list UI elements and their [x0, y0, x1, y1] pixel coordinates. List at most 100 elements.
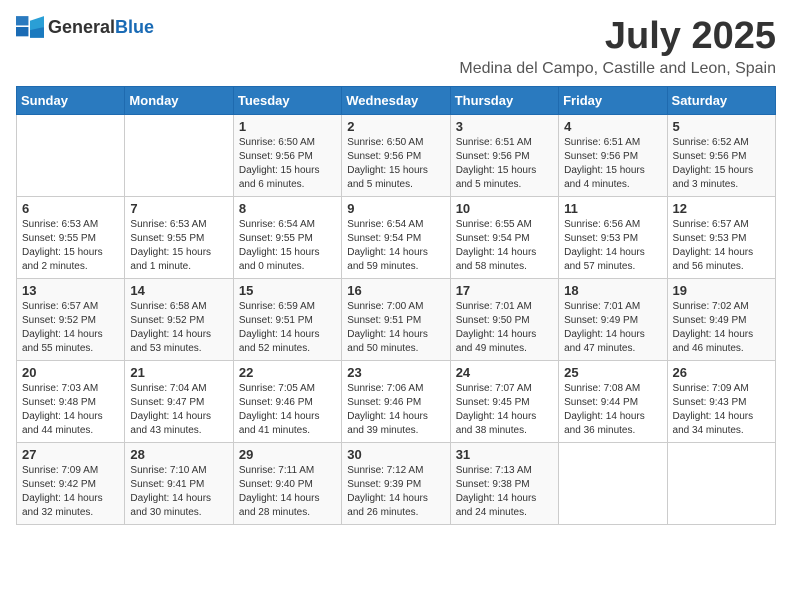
day-number: 30 [347, 447, 444, 462]
cell-info: Sunrise: 7:10 AMSunset: 9:41 PMDaylight:… [130, 464, 227, 520]
day-number: 23 [347, 365, 444, 380]
calendar-cell: 30 Sunrise: 7:12 AMSunset: 9:39 PMDayligh… [342, 442, 450, 524]
cell-info: Sunrise: 7:06 AMSunset: 9:46 PMDaylight:… [347, 382, 444, 438]
calendar-cell: 20 Sunrise: 7:03 AMSunset: 9:48 PMDayligh… [17, 360, 125, 442]
calendar-body: 1 Sunrise: 6:50 AMSunset: 9:56 PMDaylight… [17, 114, 776, 524]
calendar-cell: 24Sunrise: 7:07 AMSunset: 9:45 PMDayligh… [450, 360, 558, 442]
day-number: 17 [456, 283, 553, 298]
calendar-cell: 4 Sunrise: 6:51 AMSunset: 9:56 PMDaylight… [559, 114, 667, 196]
page-header: GeneralBlue July 2025 Medina del Campo, … [16, 16, 776, 78]
calendar-cell [125, 114, 233, 196]
cell-info: Sunrise: 6:52 AMSunset: 9:56 PMDaylight:… [673, 136, 770, 192]
calendar-cell: 27 Sunrise: 7:09 AMSunset: 9:42 PMDayligh… [17, 442, 125, 524]
day-number: 20 [22, 365, 119, 380]
cell-info: Sunrise: 7:00 AMSunset: 9:51 PMDaylight:… [347, 300, 444, 356]
day-number: 12 [673, 201, 770, 216]
day-number: 7 [130, 201, 227, 216]
calendar-table: SundayMondayTuesdayWednesdayThursdayFrid… [16, 86, 776, 525]
calendar-cell: 5Sunrise: 6:52 AMSunset: 9:56 PMDaylight… [667, 114, 775, 196]
weekday-header: Monday [125, 86, 233, 114]
cell-info: Sunrise: 6:51 AMSunset: 9:56 PMDaylight:… [456, 136, 553, 192]
calendar-header: SundayMondayTuesdayWednesdayThursdayFrid… [17, 86, 776, 114]
logo-text: GeneralBlue [48, 17, 154, 38]
cell-info: Sunrise: 6:53 AMSunset: 9:55 PMDaylight:… [130, 218, 227, 274]
day-number: 10 [456, 201, 553, 216]
cell-info: Sunrise: 7:04 AMSunset: 9:47 PMDaylight:… [130, 382, 227, 438]
cell-info: Sunrise: 6:54 AMSunset: 9:54 PMDaylight:… [347, 218, 444, 274]
calendar-week-row: 27 Sunrise: 7:09 AMSunset: 9:42 PMDayligh… [17, 442, 776, 524]
calendar-cell [667, 442, 775, 524]
day-number: 6 [22, 201, 119, 216]
day-number: 27 [22, 447, 119, 462]
logo-blue: Blue [115, 17, 154, 37]
day-number: 2 [347, 119, 444, 134]
calendar-cell: 16 Sunrise: 7:00 AMSunset: 9:51 PMDayligh… [342, 278, 450, 360]
logo-general: General [48, 17, 115, 37]
cell-info: Sunrise: 7:05 AMSunset: 9:46 PMDaylight:… [239, 382, 336, 438]
cell-info: Sunrise: 6:57 AMSunset: 9:52 PMDaylight:… [22, 300, 119, 356]
day-number: 15 [239, 283, 336, 298]
cell-info: Sunrise: 6:53 AMSunset: 9:55 PMDaylight:… [22, 218, 119, 274]
day-number: 16 [347, 283, 444, 298]
day-number: 22 [239, 365, 336, 380]
weekday-header: Wednesday [342, 86, 450, 114]
day-number: 4 [564, 119, 661, 134]
day-number: 8 [239, 201, 336, 216]
title-area: July 2025 Medina del Campo, Castille and… [459, 16, 776, 78]
weekday-header: Tuesday [233, 86, 341, 114]
day-number: 25 [564, 365, 661, 380]
day-number: 31 [456, 447, 553, 462]
day-number: 19 [673, 283, 770, 298]
cell-info: Sunrise: 7:11 AMSunset: 9:40 PMDaylight:… [239, 464, 336, 520]
logo-icon [16, 16, 44, 38]
calendar-cell: 31Sunrise: 7:13 AMSunset: 9:38 PMDayligh… [450, 442, 558, 524]
cell-info: Sunrise: 7:09 AMSunset: 9:42 PMDaylight:… [22, 464, 119, 520]
calendar-cell: 1 Sunrise: 6:50 AMSunset: 9:56 PMDaylight… [233, 114, 341, 196]
day-number: 1 [239, 119, 336, 134]
cell-info: Sunrise: 7:07 AMSunset: 9:45 PMDaylight:… [456, 382, 553, 438]
calendar-cell: 13 Sunrise: 6:57 AMSunset: 9:52 PMDayligh… [17, 278, 125, 360]
cell-info: Sunrise: 6:55 AMSunset: 9:54 PMDaylight:… [456, 218, 553, 274]
cell-info: Sunrise: 7:12 AMSunset: 9:39 PMDaylight:… [347, 464, 444, 520]
calendar-cell: 28Sunrise: 7:10 AMSunset: 9:41 PMDayligh… [125, 442, 233, 524]
calendar-cell: 11 Sunrise: 6:56 AMSunset: 9:53 PMDayligh… [559, 196, 667, 278]
weekday-row: SundayMondayTuesdayWednesdayThursdayFrid… [17, 86, 776, 114]
cell-info: Sunrise: 7:08 AMSunset: 9:44 PMDaylight:… [564, 382, 661, 438]
day-number: 11 [564, 201, 661, 216]
cell-info: Sunrise: 6:51 AMSunset: 9:56 PMDaylight:… [564, 136, 661, 192]
logo: GeneralBlue [16, 16, 154, 38]
calendar-cell: 3 Sunrise: 6:51 AMSunset: 9:56 PMDaylight… [450, 114, 558, 196]
calendar-cell: 21 Sunrise: 7:04 AMSunset: 9:47 PMDayligh… [125, 360, 233, 442]
calendar-cell: 29 Sunrise: 7:11 AMSunset: 9:40 PMDayligh… [233, 442, 341, 524]
day-number: 29 [239, 447, 336, 462]
weekday-header: Saturday [667, 86, 775, 114]
calendar-cell: 14Sunrise: 6:58 AMSunset: 9:52 PMDayligh… [125, 278, 233, 360]
cell-info: Sunrise: 6:50 AMSunset: 9:56 PMDaylight:… [239, 136, 336, 192]
cell-info: Sunrise: 6:54 AMSunset: 9:55 PMDaylight:… [239, 218, 336, 274]
calendar-cell: 19 Sunrise: 7:02 AMSunset: 9:49 PMDayligh… [667, 278, 775, 360]
calendar-cell: 6 Sunrise: 6:53 AMSunset: 9:55 PMDaylight… [17, 196, 125, 278]
calendar-week-row: 20 Sunrise: 7:03 AMSunset: 9:48 PMDayligh… [17, 360, 776, 442]
day-number: 9 [347, 201, 444, 216]
day-number: 21 [130, 365, 227, 380]
calendar-week-row: 6 Sunrise: 6:53 AMSunset: 9:55 PMDaylight… [17, 196, 776, 278]
cell-info: Sunrise: 7:02 AMSunset: 9:49 PMDaylight:… [673, 300, 770, 356]
cell-info: Sunrise: 6:50 AMSunset: 9:56 PMDaylight:… [347, 136, 444, 192]
calendar-cell: 8 Sunrise: 6:54 AMSunset: 9:55 PMDaylight… [233, 196, 341, 278]
day-number: 13 [22, 283, 119, 298]
calendar-cell: 18 Sunrise: 7:01 AMSunset: 9:49 PMDayligh… [559, 278, 667, 360]
cell-info: Sunrise: 6:56 AMSunset: 9:53 PMDaylight:… [564, 218, 661, 274]
cell-info: Sunrise: 7:03 AMSunset: 9:48 PMDaylight:… [22, 382, 119, 438]
day-number: 3 [456, 119, 553, 134]
weekday-header: Friday [559, 86, 667, 114]
day-number: 18 [564, 283, 661, 298]
cell-info: Sunrise: 7:01 AMSunset: 9:49 PMDaylight:… [564, 300, 661, 356]
calendar-cell: 7 Sunrise: 6:53 AMSunset: 9:55 PMDaylight… [125, 196, 233, 278]
month-year-title: July 2025 [459, 16, 776, 58]
calendar-cell [17, 114, 125, 196]
calendar-cell: 23 Sunrise: 7:06 AMSunset: 9:46 PMDayligh… [342, 360, 450, 442]
cell-info: Sunrise: 6:57 AMSunset: 9:53 PMDaylight:… [673, 218, 770, 274]
calendar-cell: 26Sunrise: 7:09 AMSunset: 9:43 PMDayligh… [667, 360, 775, 442]
cell-info: Sunrise: 7:09 AMSunset: 9:43 PMDaylight:… [673, 382, 770, 438]
calendar-cell: 17Sunrise: 7:01 AMSunset: 9:50 PMDayligh… [450, 278, 558, 360]
